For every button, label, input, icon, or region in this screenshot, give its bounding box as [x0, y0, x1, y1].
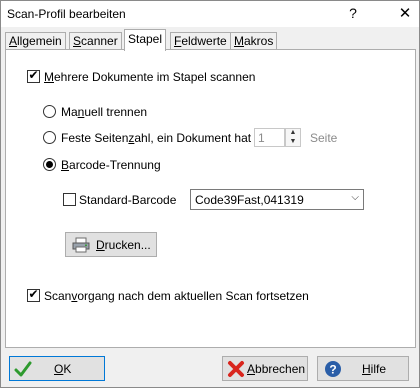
ok-button[interactable]: OK	[9, 356, 105, 381]
window-title: Scan-Profil bearbeiten	[7, 7, 126, 21]
svg-text:?: ?	[329, 363, 336, 377]
title-bar[interactable]: Scan-Profil bearbeiten ? ✕	[1, 1, 419, 27]
standard-barcode-checkbox[interactable]	[63, 193, 76, 206]
spin-up-icon[interactable]: ▲	[286, 129, 300, 137]
printer-icon	[72, 237, 90, 253]
checkmark-icon: ✔	[28, 287, 39, 301]
help-button-label: Hilfe	[362, 362, 387, 376]
fixed-pages-label[interactable]: Feste Seitenzahl, ein Dokument hat	[61, 131, 251, 145]
multi-doc-checkbox[interactable]: ✔	[27, 68, 40, 83]
cancel-button[interactable]: Abbrechen	[222, 356, 308, 381]
page-unit-label: Seite	[310, 131, 338, 145]
print-button[interactable]: Drucken...	[65, 232, 157, 257]
manual-split-radio[interactable]	[43, 105, 56, 118]
help-title-button[interactable]: ?	[346, 5, 360, 21]
standard-barcode-label[interactable]: Standard-Barcode	[79, 193, 176, 207]
checkmark-icon: ✔	[28, 68, 39, 82]
barcode-type-select[interactable]: Code39Fast,041319 ⌵	[190, 189, 364, 210]
tab-feldwerte[interactable]: Feldwerte	[170, 32, 231, 50]
multi-doc-label[interactable]: Mehrere Dokumente im Stapel scannen	[44, 70, 255, 84]
tab-makros[interactable]: Makros	[230, 32, 278, 50]
chevron-down-icon[interactable]: ⌵	[351, 192, 359, 203]
print-button-label: Drucken...	[96, 238, 151, 252]
tab-stapel[interactable]: Stapel	[124, 29, 167, 51]
barcode-type-value: Code39Fast,041319	[195, 193, 304, 207]
close-button[interactable]: ✕	[398, 4, 412, 22]
tab-scanner[interactable]: Scanner	[69, 32, 122, 50]
page-count-input[interactable]: 1	[254, 128, 285, 147]
page-count-spinner[interactable]: ▲ ▼	[285, 128, 301, 147]
continue-scan-checkbox[interactable]: ✔	[27, 287, 40, 302]
manual-split-label[interactable]: Manuell trennen	[61, 105, 147, 119]
spin-down-icon[interactable]: ▼	[286, 138, 300, 146]
dialog-window: Scan-Profil bearbeiten ? ✕ Allgemein Sca…	[0, 0, 420, 388]
help-button[interactable]: ? Hilfe	[317, 356, 409, 381]
tab-allgemein[interactable]: Allgemein	[5, 32, 66, 50]
continue-scan-label[interactable]: Scanvorgang nach dem aktuellen Scan fort…	[44, 289, 309, 303]
barcode-split-radio[interactable]	[43, 158, 56, 171]
cancel-button-label: Abbrechen	[247, 362, 306, 376]
ok-button-label: OK	[54, 362, 72, 376]
cancel-x-icon	[228, 361, 244, 377]
radio-selected-dot	[46, 161, 53, 168]
fixed-pages-radio[interactable]	[43, 131, 56, 144]
check-icon	[14, 361, 32, 377]
help-icon: ?	[325, 361, 341, 377]
barcode-split-label[interactable]: Barcode-Trennung	[61, 158, 161, 172]
